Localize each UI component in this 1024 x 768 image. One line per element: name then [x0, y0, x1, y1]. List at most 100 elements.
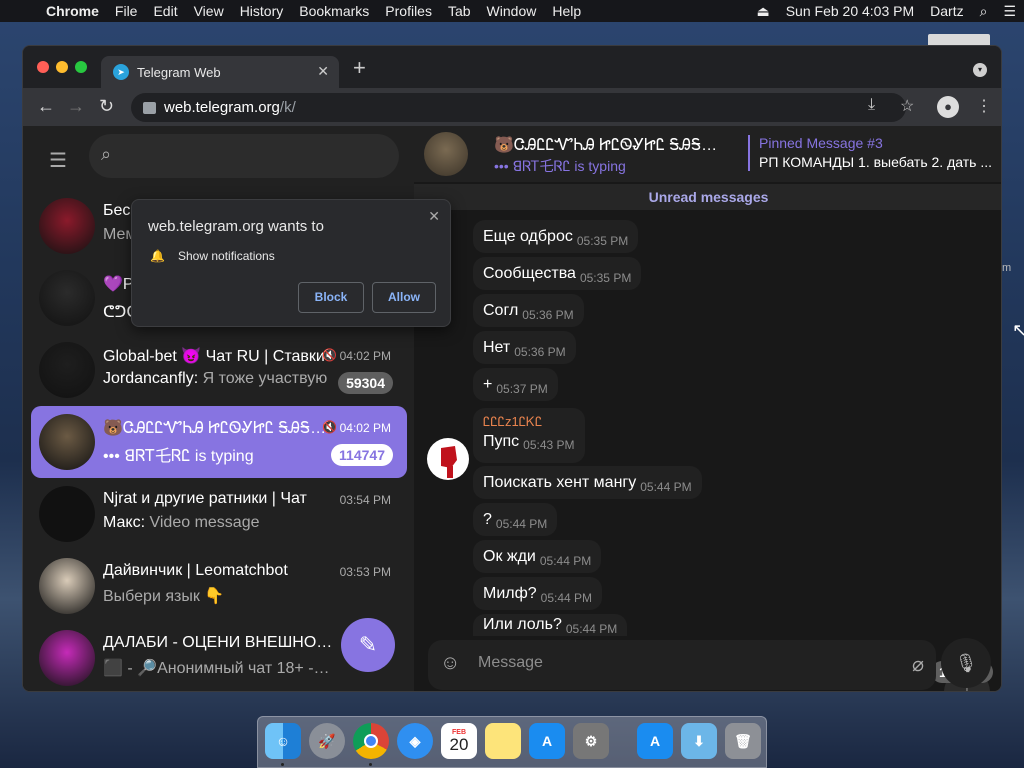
chat-preview-sender: Jordancanfly:	[103, 370, 203, 387]
message-bubble[interactable]: Сообщества 05:35 PM	[473, 257, 642, 290]
calendar-icon[interactable]: FEB 20	[441, 723, 477, 759]
downloads-folder-icon[interactable]: ⬇	[681, 723, 717, 759]
chat-header[interactable]: 🐻ᏣᎯᏝᏝᏉᏂᎯ ᏥᏝᏫᎽᏥᏝ ᎦᎯᎦᏉᎩ Ꮘ... ••• ꓭᏒᎢ乇ᏒᏝ is…	[414, 126, 1001, 182]
menubar-user[interactable]: Dartz	[922, 3, 971, 19]
menu-tab[interactable]: Tab	[440, 3, 479, 19]
menu-app-name[interactable]: Chrome	[36, 3, 107, 19]
notes-icon[interactable]	[485, 723, 521, 759]
message-time: 05:44 PM	[540, 590, 593, 605]
group-message-bubble[interactable]: ᏝᏝᏝz1ᏝᏦᏝ Пупс 05:43 PM	[473, 408, 585, 463]
chat-time: 04:02 PM	[339, 421, 391, 435]
chat-list-item[interactable]: Njrat и другие ратники | Чат 03:54 PM Макс…	[31, 478, 407, 550]
message-bubble[interactable]: Еще одброс 05:35 PM	[473, 220, 639, 253]
attach-paperclip-icon[interactable]: ⌀	[912, 652, 924, 677]
menu-file[interactable]: File	[107, 3, 146, 19]
pinned-message-title[interactable]: Pinned Message #3	[759, 135, 883, 151]
chat-time: 03:53 PM	[339, 565, 391, 579]
message-text: +	[483, 375, 493, 393]
message-time: 05:35 PM	[579, 270, 632, 285]
sender-avatar[interactable]	[427, 438, 469, 480]
close-popup-icon[interactable]: ✕	[428, 208, 440, 225]
chat-title[interactable]: 🐻ᏣᎯᏝᏝᏉᏂᎯ ᏥᏝᏫᎽᏥᏝ ᎦᎯᎦᏉᎩ Ꮘ...	[494, 135, 734, 155]
popup-title: web.telegram.org wants to	[148, 218, 324, 235]
message-sender-name[interactable]: ᏝᏝᏝz1ᏝᏦᏝ	[483, 414, 575, 430]
bookmark-star-icon[interactable]: ☆	[900, 96, 914, 116]
menu-view[interactable]: View	[186, 3, 232, 19]
close-tab-icon[interactable]: ✕	[317, 63, 329, 80]
new-message-pencil-button[interactable]: ✎	[341, 618, 395, 672]
message-time: 05:44 PM	[640, 479, 692, 494]
forward-button[interactable]: →	[67, 96, 85, 117]
message-text: Милф?	[483, 584, 537, 602]
message-bubble[interactable]: Милф? 05:44 PM	[473, 577, 603, 610]
chrome-icon[interactable]	[353, 723, 389, 759]
menu-bookmarks[interactable]: Bookmarks	[291, 3, 377, 19]
unread-badge: 59304	[338, 372, 393, 394]
tab-title: Telegram Web	[137, 64, 221, 80]
message-bubble[interactable]: Согл 05:36 PM	[473, 294, 584, 327]
zoom-window-button[interactable]	[75, 61, 87, 73]
chat-avatar	[39, 558, 95, 614]
message-composer[interactable]: ☺ Message ⌀	[428, 640, 936, 690]
url-host: web.telegram.org	[164, 99, 280, 116]
control-center-icon[interactable]: ☰	[995, 3, 1024, 20]
profile-avatar-icon[interactable]: ●	[937, 96, 959, 118]
hamburger-menu-icon[interactable]: ☰	[49, 148, 67, 173]
chat-name: ДАЛАБИ - ОЦЕНИ ВНЕШНОСТЬ	[103, 634, 333, 651]
message-input[interactable]: Message	[478, 654, 543, 672]
message-time: 05:37 PM	[496, 381, 548, 396]
install-app-icon[interactable]: ⤓	[868, 96, 875, 114]
app-store-download-icon[interactable]: A	[637, 723, 673, 759]
message-bubble[interactable]: Поискать хент мангу 05:44 PM	[473, 466, 702, 499]
emoji-icon[interactable]: ☺	[440, 652, 460, 675]
minimize-window-button[interactable]	[56, 61, 68, 73]
chat-list-item[interactable]: Дайвинчик | Leomatchbot 03:53 PM Выбери яз…	[31, 550, 407, 622]
eject-icon[interactable]: ⏏	[748, 3, 777, 20]
message-bubble[interactable]: Ок жди 05:44 PM	[473, 540, 602, 573]
search-input[interactable]: ⌕	[89, 134, 399, 178]
chat-list-item[interactable]: Global-bet 😈 Чат RU | Ставки 04:02 PM 🔇 Jor…	[31, 334, 407, 406]
address-bar[interactable]: web.telegram.org /k/	[131, 93, 906, 122]
chrome-menu-icon[interactable]: ⋮	[976, 96, 992, 116]
chat-avatar	[39, 630, 95, 686]
tab-telegram[interactable]: ➤ Telegram Web ✕	[101, 56, 339, 88]
microphone-button[interactable]: 🎙	[941, 638, 991, 688]
message-text: Ок жди	[483, 547, 536, 565]
mouse-cursor-icon: ↖	[1012, 320, 1024, 340]
spotlight-icon[interactable]: ⌕	[972, 3, 996, 20]
chat-avatar	[39, 270, 95, 326]
chat-avatar	[39, 198, 95, 254]
menu-profiles[interactable]: Profiles	[377, 3, 440, 19]
chat-avatar	[39, 414, 95, 470]
tab-search-icon[interactable]: ▾	[973, 63, 987, 77]
message-text: Сообщества	[483, 264, 576, 282]
message-bubble[interactable]: Нет 05:36 PM	[473, 331, 576, 364]
message-bubble[interactable]: ? 05:44 PM	[473, 503, 558, 536]
block-button[interactable]: Block	[298, 282, 364, 313]
safari-icon[interactable]: ◈	[397, 723, 433, 759]
close-window-button[interactable]	[37, 61, 49, 73]
chat-avatar	[39, 486, 95, 542]
back-button[interactable]: ←	[37, 96, 55, 117]
pinned-message-text[interactable]: РП КОМАНДЫ 1. выебать 2. дать ...	[759, 154, 994, 170]
tab-strip: ➤ Telegram Web ✕ + ▾	[23, 46, 1001, 88]
lock-icon[interactable]	[143, 101, 156, 114]
menu-help[interactable]: Help	[544, 3, 589, 19]
reload-button[interactable]: ↻	[99, 96, 114, 117]
finder-icon[interactable]: ☺	[265, 723, 301, 759]
chat-avatar[interactable]	[424, 132, 468, 176]
system-preferences-icon[interactable]: ⚙	[573, 723, 609, 759]
message-bubble[interactable]: +05:37 PM	[473, 368, 558, 401]
allow-button[interactable]: Allow	[372, 282, 436, 313]
menubar-clock[interactable]: Sun Feb 20 4:03 PM	[778, 3, 922, 19]
new-tab-button[interactable]: +	[353, 57, 366, 79]
message-bubble[interactable]: Или лоль? 05:44 PM	[473, 614, 628, 636]
menu-history[interactable]: History	[232, 3, 292, 19]
launchpad-icon[interactable]: 🚀	[309, 723, 345, 759]
trash-icon[interactable]: 🗑	[725, 723, 761, 759]
chat-list-item[interactable]: 🐻ᏣᎯᏝᏝᏉᏂᎯ ᏥᏝᏫᎽᏥᏝ ᎦᎯᎦᏉᎩ Ꮘ 04:02 PM 🔇 ••• ꓭᏒᎢ乇…	[31, 406, 407, 478]
menu-window[interactable]: Window	[479, 3, 545, 19]
pinned-accent-bar	[748, 135, 750, 171]
menu-edit[interactable]: Edit	[145, 3, 185, 19]
app-store-icon[interactable]: A	[529, 723, 565, 759]
